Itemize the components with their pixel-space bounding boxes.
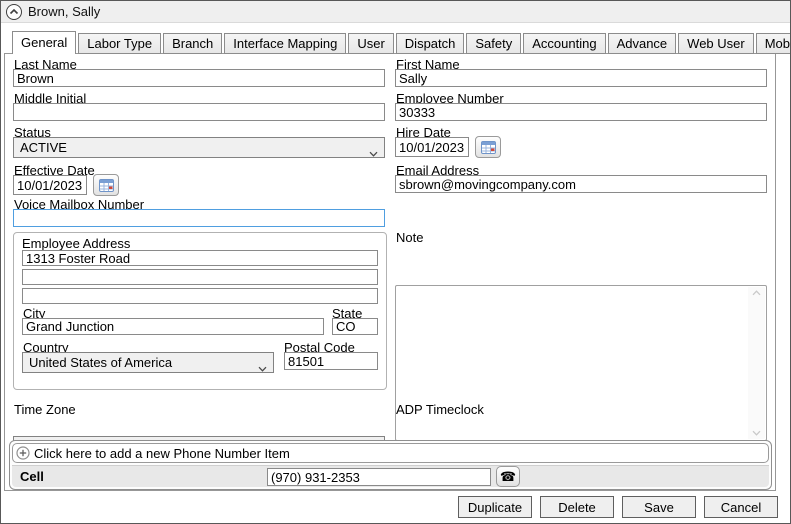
calendar-icon <box>98 178 114 192</box>
postal-code-input[interactable] <box>284 352 378 370</box>
collapse-button[interactable] <box>6 3 22 20</box>
chevron-down-icon <box>369 145 378 157</box>
effective-date-input[interactable] <box>13 175 87 195</box>
employee-name-title: Brown, Sally <box>28 4 101 19</box>
country-dropdown[interactable]: United States of America <box>22 352 274 373</box>
plus-circle-icon <box>16 446 30 460</box>
add-phone-number-button[interactable]: Click here to add a new Phone Number Ite… <box>12 443 769 463</box>
employee-address-group: Employee Address City State Country Post… <box>13 232 387 390</box>
last-name-input[interactable] <box>13 69 385 87</box>
note-label: Note <box>396 230 424 245</box>
header-bar: Brown, Sally <box>1 1 790 23</box>
add-phone-number-label: Click here to add a new Phone Number Ite… <box>34 445 290 461</box>
tab-branch[interactable]: Branch <box>163 33 223 54</box>
phone-number-input[interactable] <box>267 468 491 486</box>
status-value: ACTIVE <box>20 140 67 155</box>
chevron-up-icon <box>9 8 19 16</box>
tab-web-user[interactable]: Web User <box>678 33 754 54</box>
calendar-icon <box>480 140 496 154</box>
tab-labor-type[interactable]: Labor Type <box>78 33 162 54</box>
tab-interface-mapping[interactable]: Interface Mapping <box>224 33 347 54</box>
telephone-icon: ☎ <box>499 469 517 484</box>
middle-initial-input[interactable] <box>13 103 385 121</box>
chevron-down-icon <box>258 360 267 372</box>
delete-button[interactable]: Delete <box>540 496 614 518</box>
city-input[interactable] <box>22 318 324 335</box>
phone-item-row[interactable]: Cell ☎ <box>12 465 769 487</box>
hire-date-calendar-button[interactable] <box>475 136 501 158</box>
scroll-up-icon[interactable] <box>752 290 761 296</box>
note-textarea[interactable] <box>395 285 767 441</box>
tab-general[interactable]: General <box>12 31 77 54</box>
adp-timeclock-label: ADP Timeclock <box>396 402 484 417</box>
tab-safety[interactable]: Safety <box>466 33 522 54</box>
tab-accounting[interactable]: Accounting <box>523 33 606 54</box>
scroll-down-icon[interactable] <box>752 430 761 436</box>
country-value: United States of America <box>29 355 173 370</box>
status-dropdown[interactable]: ACTIVE <box>13 137 385 158</box>
address-line2-input[interactable] <box>22 269 378 285</box>
tab-strip: General Labor Type Branch Interface Mapp… <box>12 31 790 54</box>
effective-date-calendar-button[interactable] <box>93 174 119 196</box>
tab-user[interactable]: User <box>348 33 394 54</box>
duplicate-button[interactable]: Duplicate <box>458 496 532 518</box>
time-zone-label: Time Zone <box>14 402 76 417</box>
tab-dispatch[interactable]: Dispatch <box>395 33 465 54</box>
state-input[interactable] <box>332 318 378 335</box>
phone-number-list: Click here to add a new Phone Number Ite… <box>9 440 772 490</box>
hire-date-input[interactable] <box>395 137 469 157</box>
voice-mailbox-input[interactable] <box>13 209 385 227</box>
employee-address-group-label: Employee Address <box>22 236 131 251</box>
address-line1-input[interactable] <box>22 250 378 266</box>
first-name-input[interactable] <box>395 69 767 87</box>
note-scrollbar[interactable] <box>748 287 765 439</box>
employee-editor-window: Brown, Sally General Labor Type Branch I… <box>0 0 791 524</box>
footer-button-bar: Duplicate Delete Save Cancel <box>458 496 778 518</box>
employee-number-input[interactable] <box>395 103 767 121</box>
phone-type-label: Cell <box>20 469 44 484</box>
address-line3-input[interactable] <box>22 288 378 304</box>
tab-advance[interactable]: Advance <box>607 33 677 54</box>
general-tab-panel: Last Name Middle Initial Status ACTIVE E… <box>4 53 776 491</box>
dial-phone-button[interactable]: ☎ <box>496 466 520 487</box>
tab-mobile-user[interactable]: Mobile User <box>755 33 790 54</box>
save-button[interactable]: Save <box>622 496 696 518</box>
email-address-input[interactable] <box>395 175 767 193</box>
cancel-button[interactable]: Cancel <box>704 496 778 518</box>
